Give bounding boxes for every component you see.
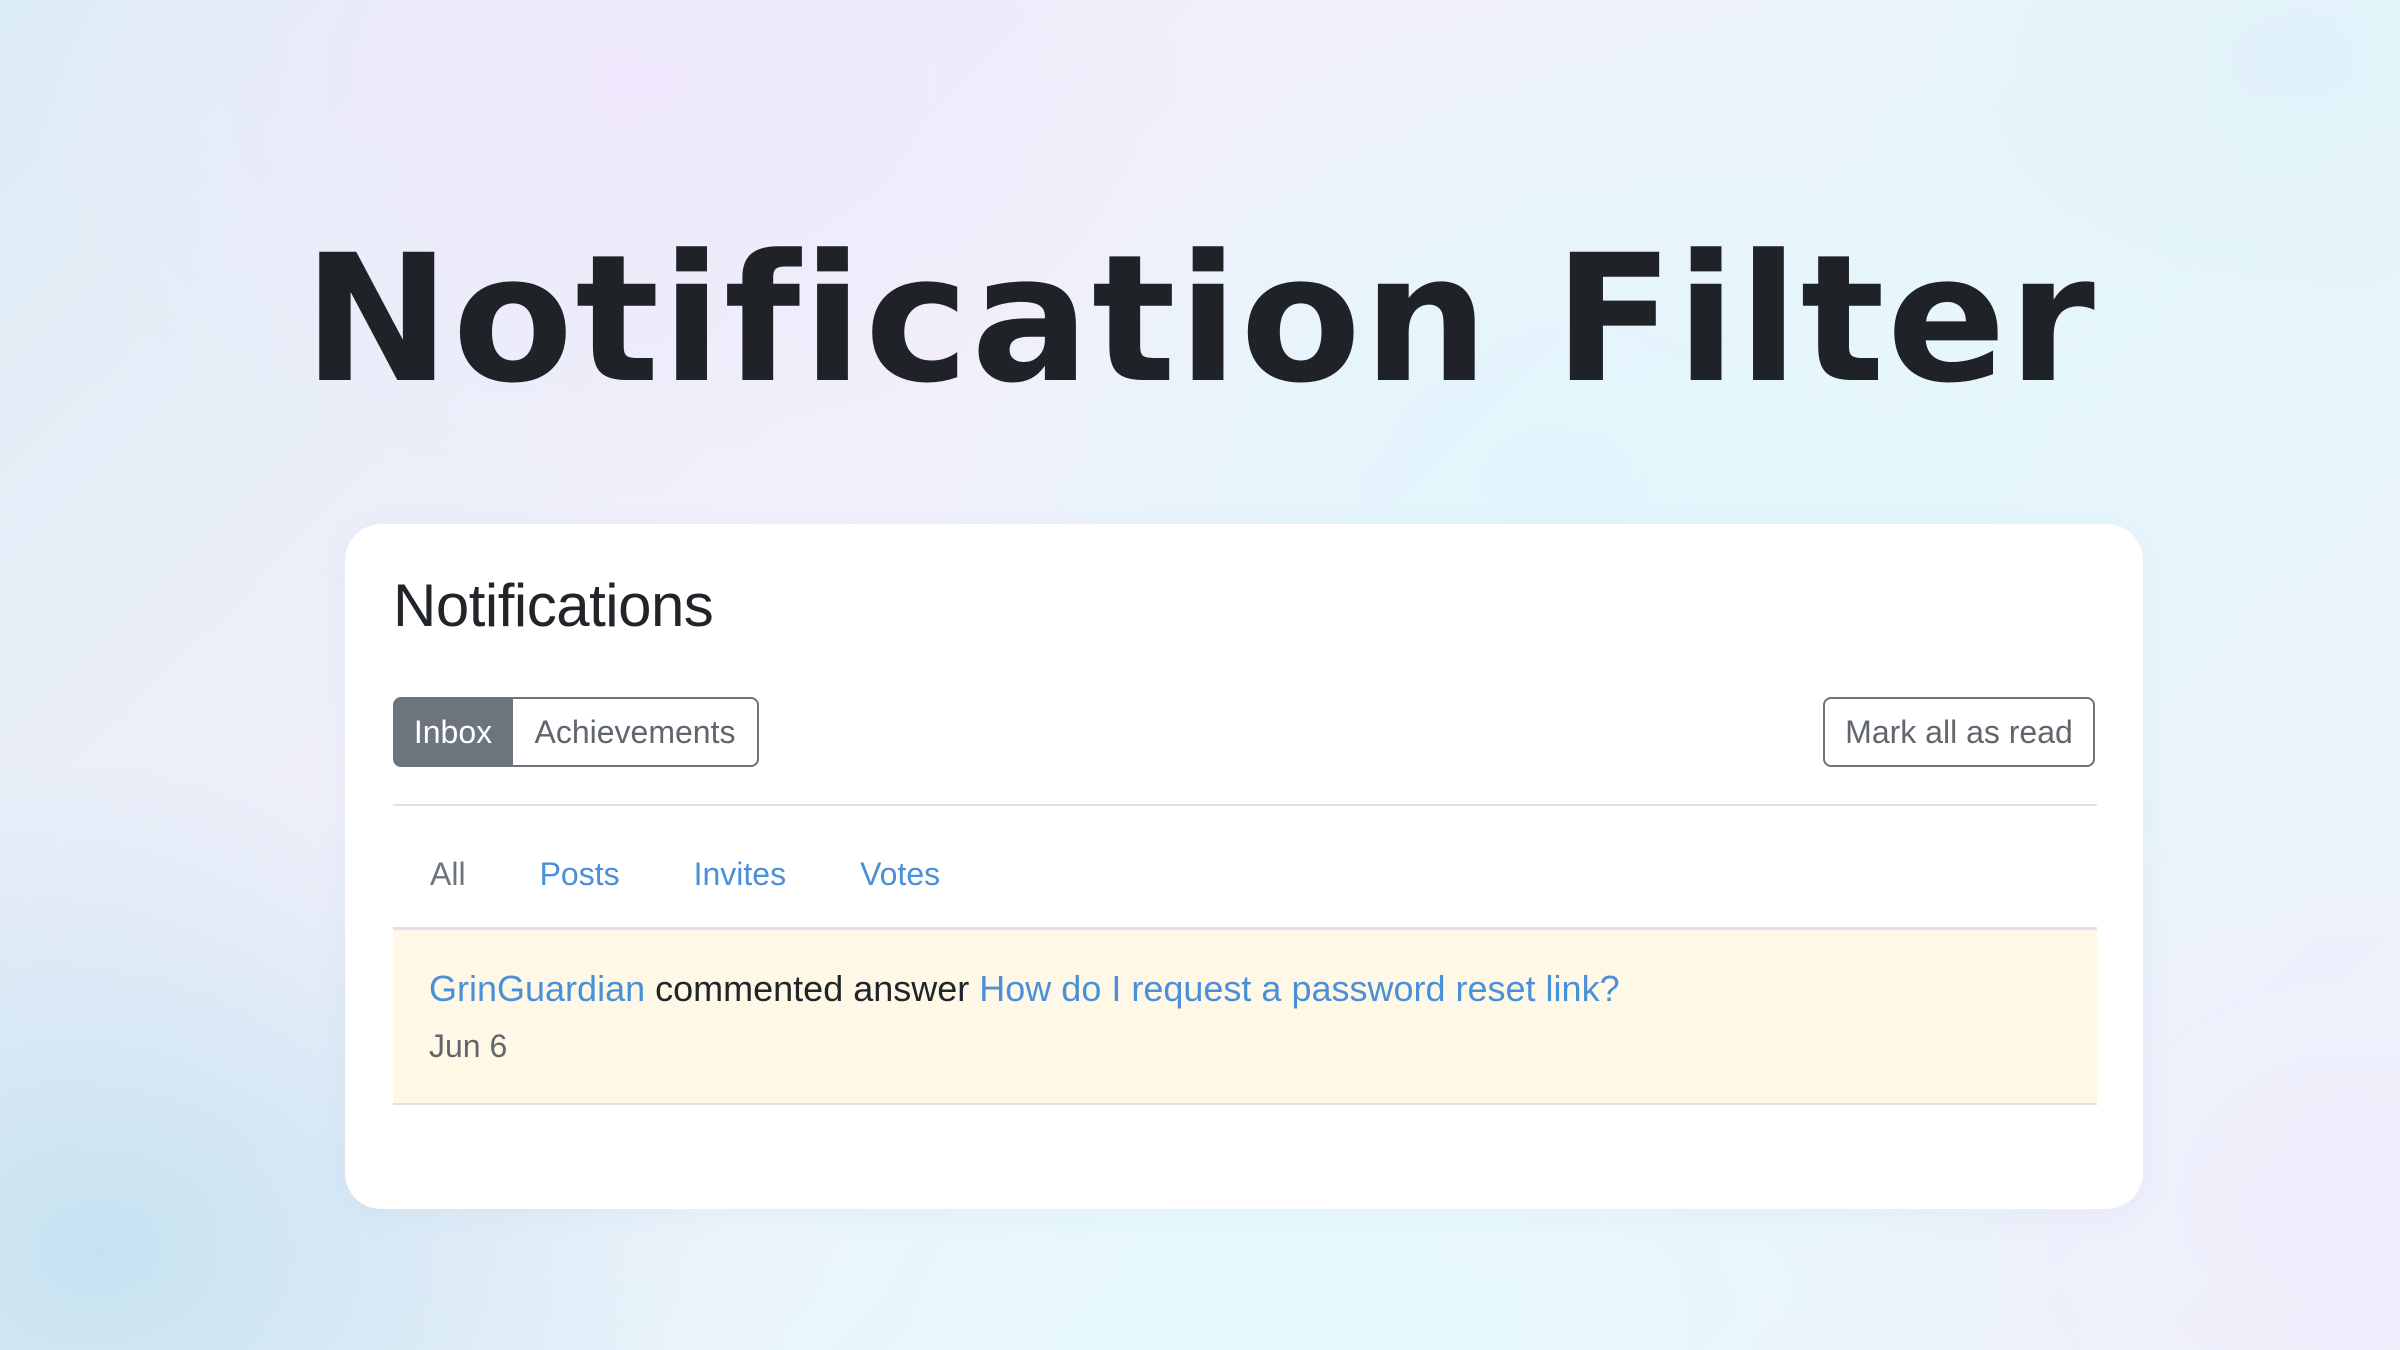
- panel-title: Notifications: [393, 572, 714, 639]
- hero-title: Notification Filter: [303, 217, 2097, 422]
- tab-inbox[interactable]: Inbox: [393, 697, 513, 767]
- notifications-panel: Notifications Inbox Achievements Mark al…: [345, 524, 2143, 1209]
- tab-achievements[interactable]: Achievements: [513, 697, 759, 767]
- notification-text: GrinGuardian commented answer How do I r…: [429, 966, 1620, 1012]
- mark-all-read-button[interactable]: Mark all as read: [1823, 697, 2095, 767]
- notification-user-link[interactable]: GrinGuardian: [429, 968, 645, 1009]
- tab-toggle-group: Inbox Achievements: [393, 697, 759, 767]
- filter-invites[interactable]: Invites: [657, 856, 823, 893]
- filter-posts[interactable]: Posts: [503, 856, 657, 893]
- filter-all[interactable]: All: [393, 856, 503, 893]
- notification-action: commented answer: [655, 968, 970, 1009]
- notification-date: Jun 6: [429, 1028, 508, 1064]
- filter-nav: All Posts Invites Votes: [393, 844, 977, 904]
- notification-item: GrinGuardian commented answer How do I r…: [393, 930, 2097, 1105]
- notification-question-link[interactable]: How do I request a password reset link?: [979, 968, 1619, 1009]
- header-divider: [393, 804, 2097, 806]
- filter-votes[interactable]: Votes: [823, 856, 977, 893]
